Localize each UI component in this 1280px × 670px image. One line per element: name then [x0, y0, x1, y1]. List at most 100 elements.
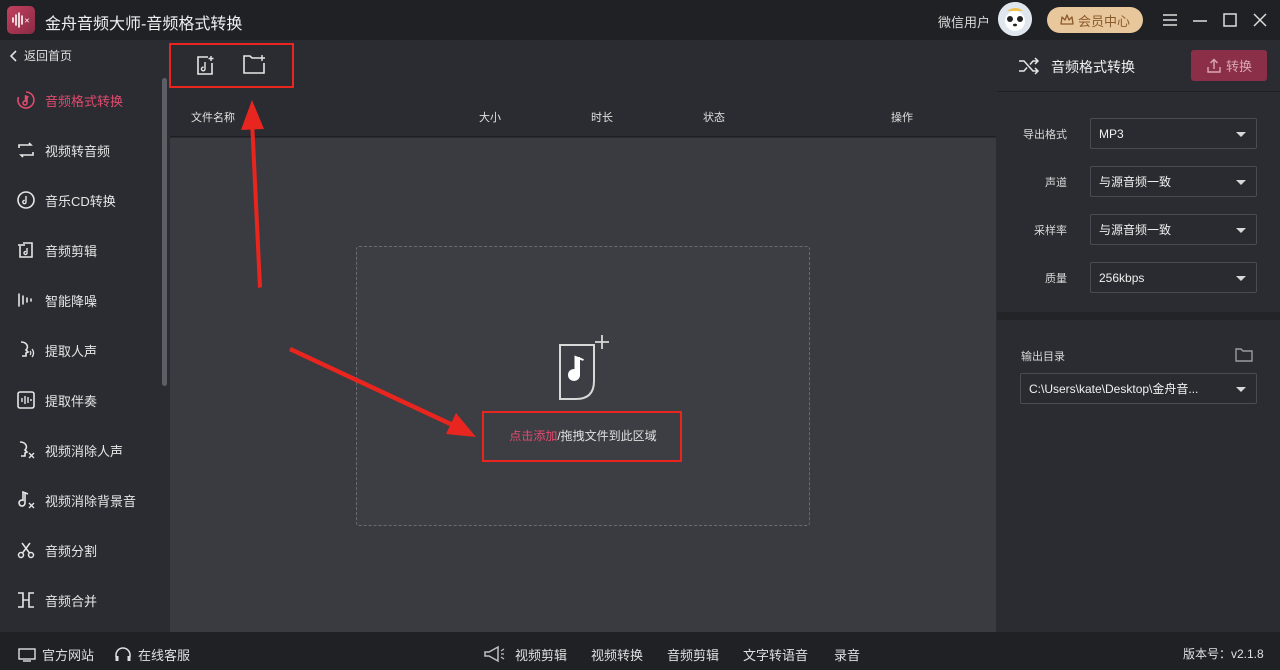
column-header-action: 操作	[891, 112, 913, 124]
chevron-left-icon	[10, 49, 17, 62]
back-label: 返回首页	[24, 49, 73, 63]
headset-icon	[115, 646, 131, 661]
monitor-icon	[18, 647, 36, 662]
sidebar-item-label: 音频格式转换	[45, 93, 124, 109]
panel-title: 音频格式转换	[1051, 59, 1135, 75]
crown-icon	[1060, 14, 1074, 25]
channel-value: 与源音频一致	[1099, 175, 1172, 189]
bottom-link-audio-edit[interactable]: 音频剪辑	[667, 645, 719, 664]
remove-voice-icon	[15, 439, 37, 461]
sidebar-item-cd-convert[interactable]: 音乐CD转换	[0, 180, 160, 220]
sidebar-item-label: 提取人声	[45, 343, 98, 359]
quality-select[interactable]: 256kbps	[1090, 262, 1257, 293]
file-list-area[interactable]: 点击添加/拖拽文件到此区域	[170, 138, 996, 632]
output-dir-select[interactable]: C:\Users\kate\Desktop\金舟音...	[1020, 373, 1257, 404]
chevron-down-icon	[1236, 387, 1246, 392]
annotation-box-dropzone	[482, 411, 682, 462]
sample-rate-select[interactable]: 与源音频一致	[1090, 214, 1257, 245]
chevron-down-icon	[1236, 132, 1246, 137]
annotation-box-toolbar	[169, 43, 294, 88]
sidebar-item-remove-voice[interactable]: 视频消除人声	[0, 430, 160, 470]
column-header-size: 大小	[479, 112, 501, 124]
sidebar-item-merge[interactable]: 音频合并	[0, 580, 160, 620]
sidebar-item-label: 视频消除人声	[45, 443, 124, 459]
sidebar: 返回首页 音频格式转换 视频转音频 音乐CD转换 音频剪辑 智能降噪 提取人声 …	[0, 40, 170, 632]
convert-label: 转换	[1225, 59, 1252, 74]
noise-reduction-icon	[15, 289, 37, 311]
quality-value: 256kbps	[1099, 270, 1145, 285]
vip-center-button[interactable]: 会员中心	[1047, 7, 1143, 33]
settings-panel: 音频格式转换 转换 导出格式 MP3 声道 与源音频一致 采样率 与源音频一致 …	[997, 40, 1280, 632]
output-path-value: C:\Users\kate\Desktop\金舟音...	[1029, 382, 1199, 396]
video-to-audio-icon	[15, 139, 37, 161]
merge-icon	[15, 589, 37, 611]
chevron-down-icon	[1236, 276, 1246, 281]
close-icon[interactable]	[1250, 10, 1270, 30]
sidebar-item-label: 音乐CD转换	[45, 193, 116, 209]
sidebar-item-noise-reduction[interactable]: 智能降噪	[0, 280, 160, 320]
field-label-format: 导出格式	[1023, 129, 1067, 141]
app-logo: ✕	[7, 6, 35, 34]
title-bar: ✕ 金舟音频大师-音频格式转换 微信用户 会员中心	[0, 0, 1280, 40]
panel-header: 音频格式转换 转换	[997, 40, 1280, 92]
back-home-button[interactable]: 返回首页	[10, 47, 72, 64]
bottom-link-text-to-speech[interactable]: 文字转语音	[743, 645, 808, 664]
bottom-link-video-edit[interactable]: 视频剪辑	[515, 645, 567, 664]
sidebar-item-extract-accompaniment[interactable]: 提取伴奏	[0, 380, 160, 420]
column-header-status: 状态	[703, 112, 725, 124]
channel-select[interactable]: 与源音频一致	[1090, 166, 1257, 197]
official-website-link[interactable]: 官方网站	[18, 645, 94, 664]
user-name[interactable]: 微信用户	[938, 12, 990, 31]
sidebar-item-video-to-audio[interactable]: 视频转音频	[0, 130, 160, 170]
chevron-down-icon	[1236, 180, 1246, 185]
megaphone-icon	[483, 645, 505, 663]
shuffle-icon	[1019, 57, 1040, 75]
version-label: 版本号：v2.1.8	[1183, 647, 1264, 661]
upload-icon	[1207, 58, 1221, 73]
bottom-link-video-convert[interactable]: 视频转换	[591, 645, 643, 664]
sidebar-item-audio-convert[interactable]: 音频格式转换	[0, 80, 160, 120]
drop-zone[interactable]: 点击添加/拖拽文件到此区域	[356, 246, 810, 526]
vip-label: 会员中心	[1077, 13, 1130, 29]
minimize-icon[interactable]	[1190, 10, 1210, 30]
split-icon	[15, 539, 37, 561]
folder-icon[interactable]	[1235, 347, 1253, 362]
column-header-name: 文件名称	[191, 112, 235, 124]
file-table-header: 文件名称 大小 时长 状态 操作	[170, 93, 996, 137]
sidebar-scrollbar[interactable]	[162, 78, 167, 386]
avatar[interactable]	[998, 2, 1032, 36]
app-title: 金舟音频大师-音频格式转换	[45, 16, 243, 33]
sidebar-item-label: 视频转音频	[45, 143, 111, 159]
format-select[interactable]: MP3	[1090, 118, 1257, 149]
chevron-down-icon	[1236, 228, 1246, 233]
menu-icon[interactable]	[1160, 10, 1180, 30]
column-header-duration: 时长	[591, 112, 613, 124]
sidebar-item-label: 音频合并	[45, 593, 98, 609]
field-label-channel: 声道	[1045, 177, 1067, 189]
sidebar-item-label: 音频剪辑	[45, 243, 98, 259]
sidebar-item-remove-bgm[interactable]: 视频消除背景音	[0, 480, 160, 520]
sidebar-item-label: 音频分割	[45, 543, 98, 559]
audio-cut-icon	[15, 239, 37, 261]
format-value: MP3	[1099, 126, 1124, 141]
support-label: 在线客服	[138, 648, 191, 663]
accompaniment-icon	[15, 389, 37, 411]
output-dir-label: 输出目录	[1021, 351, 1065, 363]
voice-extract-icon	[15, 339, 37, 361]
sidebar-item-audio-cut[interactable]: 音频剪辑	[0, 230, 160, 270]
cd-icon	[15, 189, 37, 211]
bottom-link-record[interactable]: 录音	[834, 645, 860, 664]
bottom-bar: 官方网站 在线客服 视频剪辑 视频转换 音频剪辑 文字转语音 录音 版本号：v2…	[0, 632, 1280, 670]
music-convert-icon	[15, 89, 37, 111]
sidebar-item-split[interactable]: 音频分割	[0, 530, 160, 570]
sidebar-item-extract-voice[interactable]: 提取人声	[0, 330, 160, 370]
sample-rate-value: 与源音频一致	[1099, 223, 1172, 237]
sidebar-item-label: 提取伴奏	[45, 393, 98, 409]
remove-bgm-icon	[15, 489, 37, 511]
maximize-icon[interactable]	[1220, 10, 1240, 30]
add-music-file-icon	[558, 335, 610, 401]
online-support-link[interactable]: 在线客服	[114, 645, 190, 664]
panel-divider	[997, 312, 1280, 320]
sidebar-item-label: 视频消除背景音	[45, 493, 137, 509]
convert-button[interactable]: 转换	[1191, 50, 1267, 81]
